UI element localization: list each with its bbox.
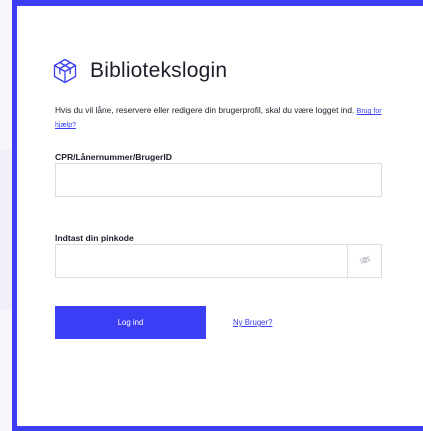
intro-text-block: Hvis du vil låne, reservere eller redige… [55, 104, 385, 132]
login-header: Bibliotekslogin [52, 58, 227, 84]
gutter-tint [0, 150, 12, 310]
intro-text: Hvis du vil låne, reservere eller redige… [55, 105, 355, 115]
password-visibility-toggle[interactable] [348, 244, 382, 278]
cpr-input[interactable] [55, 163, 382, 197]
frame-border-bottom [12, 426, 423, 431]
cpr-label: CPR/Lånernummer/BrugerID [55, 152, 172, 162]
page-gutter [0, 0, 12, 431]
new-user-link[interactable]: Ny Bruger? [233, 318, 272, 327]
pin-input[interactable] [55, 244, 348, 278]
pin-label: Indtast din pinkode [55, 233, 134, 243]
page-title: Bibliotekslogin [90, 59, 228, 82]
login-button[interactable]: Log ind [55, 306, 206, 339]
cube-icon [52, 58, 78, 84]
eye-slash-icon [358, 252, 371, 270]
